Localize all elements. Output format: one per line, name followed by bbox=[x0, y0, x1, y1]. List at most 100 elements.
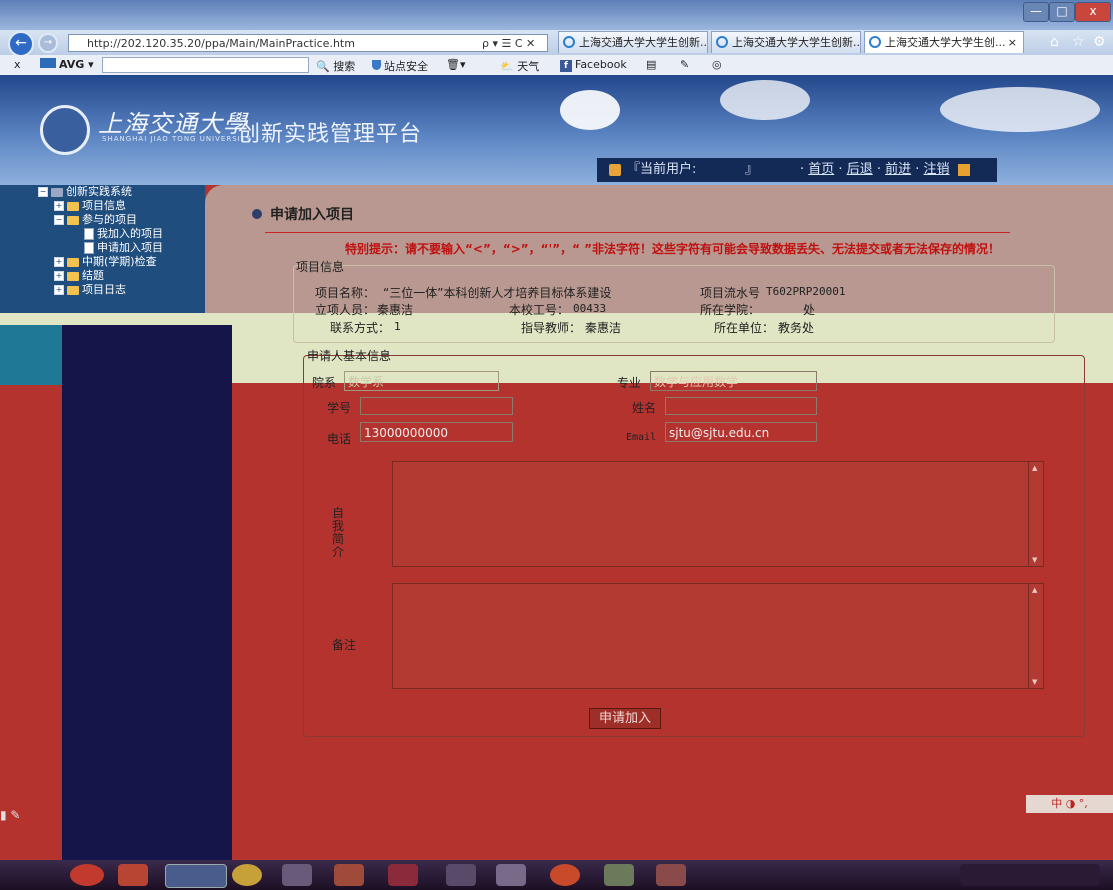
tree-item-midterm-check[interactable]: + 中期(学期)检查 bbox=[54, 255, 157, 268]
intro-textarea[interactable] bbox=[392, 461, 1044, 567]
browser-tab-2[interactable]: 上海交通大学大学生创新... bbox=[711, 31, 861, 53]
trash-icon[interactable]: 🗑▾ bbox=[446, 58, 466, 71]
chrome-taskbar-icon[interactable] bbox=[232, 864, 262, 886]
logout-icon[interactable] bbox=[958, 164, 970, 176]
close-window-button[interactable]: x bbox=[1075, 2, 1111, 22]
expand-icon[interactable]: + bbox=[54, 271, 64, 281]
department-label: 院系 bbox=[312, 376, 337, 390]
taskbar-app-icon[interactable] bbox=[550, 864, 580, 886]
ie-taskbar-icon[interactable] bbox=[165, 864, 227, 888]
platform-title: 创新实践管理平台 bbox=[238, 122, 423, 147]
home-icon[interactable]: ⌂ bbox=[1050, 34, 1059, 50]
forward-arrow-icon[interactable]: → bbox=[38, 33, 58, 53]
back-link[interactable]: 后退 bbox=[847, 162, 873, 177]
document-icon bbox=[84, 242, 94, 254]
student-no-input[interactable] bbox=[360, 397, 513, 415]
warning-text: 特别提示：请不要输入“<”，“>”，“'”，“ ”非法字符！这些字符有可能会导致… bbox=[345, 242, 1001, 256]
remark-textarea[interactable] bbox=[392, 583, 1044, 689]
tree-item-joined-projects[interactable]: − 参与的项目 bbox=[54, 213, 137, 226]
intro-scrollbar[interactable] bbox=[1028, 462, 1043, 566]
phone-label: 电话 bbox=[327, 432, 352, 446]
taskbar-app-icon[interactable] bbox=[446, 864, 476, 886]
tree-item-label: 项目日志 bbox=[82, 283, 126, 296]
avg-search-input[interactable] bbox=[102, 57, 309, 73]
edit-icon[interactable]: ✎ bbox=[680, 58, 689, 71]
folder-icon bbox=[67, 271, 79, 281]
tree-item-label: 我加入的项目 bbox=[97, 227, 163, 240]
logout-link[interactable]: 注销 bbox=[924, 162, 950, 177]
remark-scrollbar[interactable] bbox=[1028, 584, 1043, 688]
tree-item-project-info[interactable]: + 项目信息 bbox=[54, 199, 126, 212]
address-bar-controls[interactable]: ρ ▾ ☰ C ✕ bbox=[482, 37, 535, 50]
browser-titlebar: — □ x bbox=[0, 0, 1113, 30]
url-input[interactable]: http://202.120.35.20/ppa/Main/MainPracti… bbox=[68, 34, 548, 52]
name-input[interactable] bbox=[665, 397, 817, 415]
tree-item-conclusion[interactable]: + 结题 bbox=[54, 269, 104, 282]
avg-button[interactable]: AVG ▾ bbox=[40, 58, 94, 71]
close-toolbar-button[interactable]: x bbox=[14, 58, 21, 71]
document-icon bbox=[84, 228, 94, 240]
tree-item-my-joined[interactable]: 我加入的项目 bbox=[84, 227, 163, 240]
tree-item-project-log[interactable]: + 项目日志 bbox=[54, 283, 126, 296]
tree-item-label: 中期(学期)检查 bbox=[82, 255, 157, 268]
browser-tab-3-active[interactable]: 上海交通大学大学生创... × bbox=[864, 31, 1024, 53]
major-label: 专业 bbox=[617, 376, 642, 390]
taskbar-app-icon[interactable] bbox=[604, 864, 634, 886]
forward-link[interactable]: 前进 bbox=[885, 162, 911, 177]
department-input[interactable]: 数学系 bbox=[344, 371, 499, 391]
cloud-decoration bbox=[560, 90, 620, 130]
tab-close-icon[interactable]: × bbox=[1008, 32, 1017, 53]
major-input[interactable]: 数学与应用数学 bbox=[650, 371, 817, 391]
serial-value: T602PRP20001 bbox=[766, 285, 846, 298]
cloud-decoration bbox=[720, 80, 810, 120]
apply-join-button[interactable]: 申请加入 bbox=[589, 708, 661, 729]
search-button[interactable]: 🔍 搜索 bbox=[316, 58, 355, 74]
expand-icon[interactable]: + bbox=[54, 285, 64, 295]
cloud-decoration bbox=[940, 87, 1100, 132]
unit-value: 教务处 bbox=[778, 321, 815, 335]
system-tray[interactable] bbox=[960, 864, 1100, 886]
tree-item-apply-join[interactable]: 申请加入项目 bbox=[84, 241, 163, 254]
start-button[interactable] bbox=[70, 864, 104, 886]
weather-label: 天气 bbox=[517, 60, 540, 73]
taskbar-app-icon[interactable] bbox=[282, 864, 312, 886]
windows-taskbar bbox=[0, 860, 1113, 890]
tree-item-label: 申请加入项目 bbox=[97, 241, 163, 254]
taskbar-app-icon[interactable] bbox=[118, 864, 148, 886]
facebook-label: Facebook bbox=[575, 58, 627, 71]
facebook-button[interactable]: f Facebook bbox=[560, 58, 627, 72]
advisor-value: 秦惠洁 bbox=[585, 321, 622, 335]
notes-icon[interactable]: ▤ bbox=[646, 58, 656, 71]
collapse-icon[interactable]: − bbox=[38, 187, 48, 197]
university-name-logo: 上海交通大學 bbox=[98, 110, 248, 138]
tree-root[interactable]: − 创新实践系统 bbox=[38, 185, 132, 198]
taskbar-app-icon[interactable] bbox=[496, 864, 526, 886]
minimize-button[interactable]: — bbox=[1023, 2, 1049, 22]
email-input[interactable]: sjtu@sjtu.edu.cn bbox=[665, 422, 817, 442]
taskbar-app-icon[interactable] bbox=[334, 864, 364, 886]
maximize-button[interactable]: □ bbox=[1049, 2, 1075, 22]
settings-gear-icon[interactable]: ⚙ bbox=[1093, 34, 1106, 50]
ime-toolbar[interactable]: 中 ◑ °, bbox=[1026, 795, 1113, 813]
sidebar-lower-band bbox=[0, 325, 62, 385]
taskbar-app-icon[interactable] bbox=[656, 864, 686, 886]
expand-icon[interactable]: + bbox=[54, 201, 64, 211]
phone-input[interactable]: 13000000000 bbox=[360, 422, 513, 442]
browser-tab-1[interactable]: 上海交通大学大学生创新... bbox=[558, 31, 708, 53]
home-link[interactable]: 首页 bbox=[808, 162, 834, 177]
language-bar[interactable]: ▮ ✎ bbox=[0, 805, 48, 825]
college-value: 处 bbox=[803, 303, 816, 317]
tab-label: 上海交通大学大学生创新... bbox=[732, 36, 861, 49]
site-security-button[interactable]: 站点安全 bbox=[372, 58, 428, 74]
search-circle-icon[interactable]: ◎ bbox=[712, 58, 722, 71]
weather-button[interactable]: ⛅ 天气 bbox=[500, 58, 539, 74]
taskbar-app-icon[interactable] bbox=[388, 864, 418, 886]
collapse-icon[interactable]: − bbox=[54, 215, 64, 225]
project-name-label: 项目名称： bbox=[315, 286, 376, 300]
favorites-star-icon[interactable]: ☆ bbox=[1072, 34, 1085, 50]
back-arrow-icon[interactable]: ← bbox=[8, 31, 34, 57]
folder-icon bbox=[67, 201, 79, 211]
system-icon bbox=[51, 187, 63, 197]
tree-root-label: 创新实践系统 bbox=[66, 185, 132, 198]
expand-icon[interactable]: + bbox=[54, 257, 64, 267]
